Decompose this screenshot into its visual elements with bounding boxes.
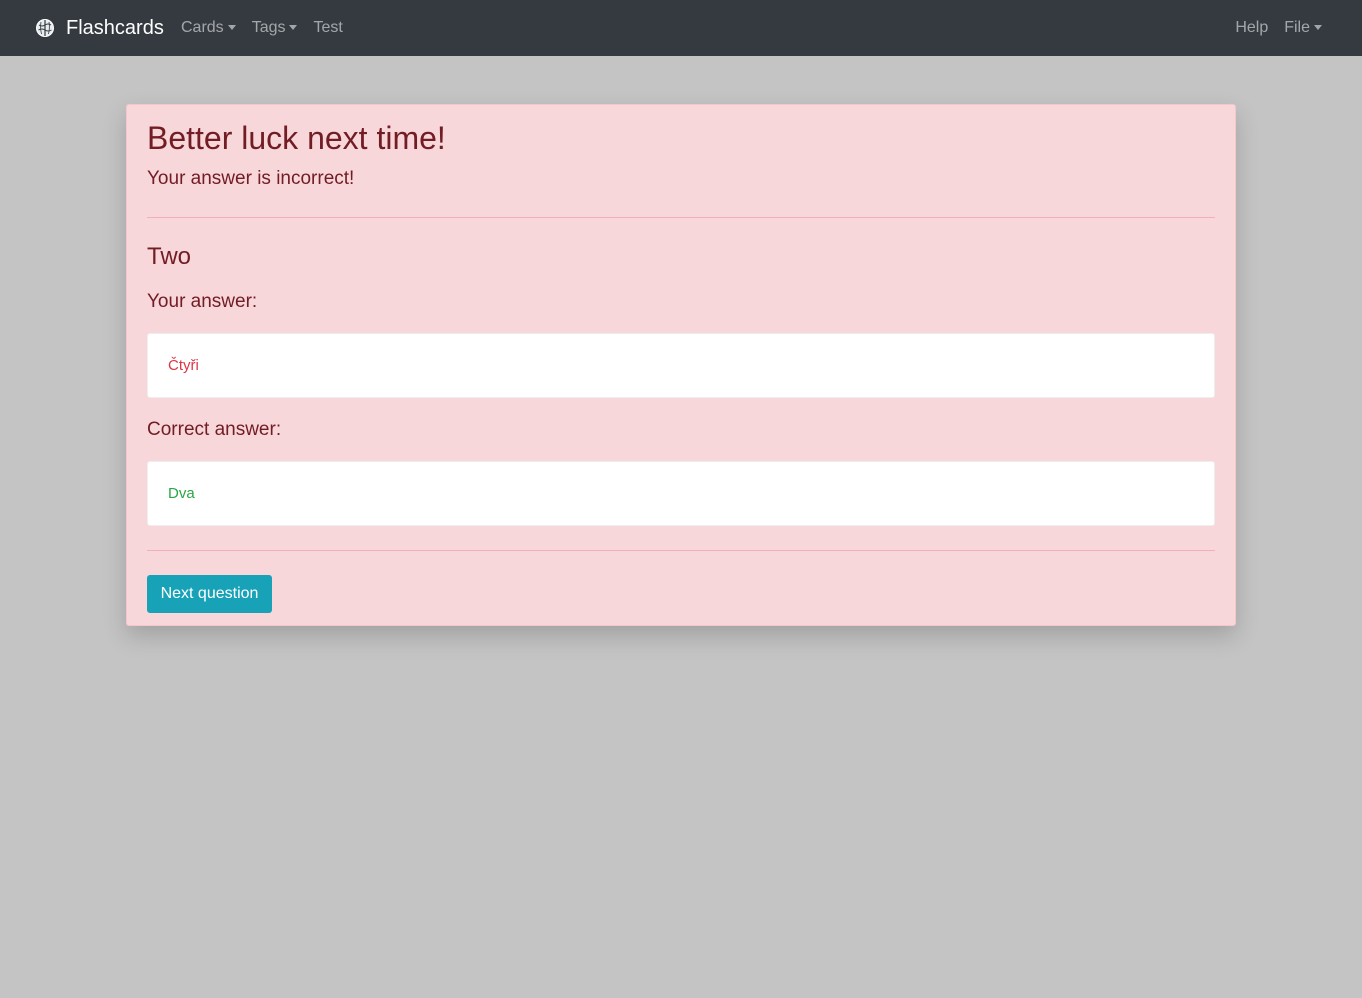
your-answer-value: Čtyři [168, 357, 199, 374]
your-answer-box: Čtyři [147, 333, 1215, 398]
nav-test-label: Test [313, 19, 343, 36]
nav-tags-label: Tags [251, 19, 286, 36]
caret-down-icon [289, 24, 298, 30]
nav-right: Help File [1219, 0, 1322, 56]
correct-answer-box: Dva [147, 461, 1215, 526]
navbar: Flashcards Cards Tags Test Help File [0, 0, 1362, 56]
nav-test-link[interactable]: Test [313, 19, 342, 37]
question-text: Two [147, 243, 192, 270]
divider [147, 217, 1215, 218]
brain-icon [35, 18, 55, 38]
your-answer-label: Your answer: [147, 291, 258, 312]
result-heading: Better luck next time! [147, 120, 446, 156]
result-subtitle: Your answer is incorrect! [147, 168, 355, 189]
next-question-button[interactable]: Next question [147, 575, 272, 613]
caret-down-icon [1314, 24, 1322, 30]
nav-help-label: Help [1235, 19, 1269, 36]
caret-down-icon [227, 24, 236, 30]
result-alert-card: Better luck next time! Your answer is in… [126, 104, 1236, 626]
correct-answer-label: Correct answer: [147, 419, 282, 440]
brand-label: Flashcards [66, 16, 164, 39]
brand-link[interactable]: Flashcards [35, 0, 164, 56]
nav-file-dropdown[interactable]: File [1284, 19, 1322, 37]
nav-help-link[interactable]: Help [1235, 19, 1268, 37]
divider [147, 550, 1215, 551]
nav-cards-dropdown[interactable]: Cards [181, 19, 236, 37]
nav-cards-label: Cards [181, 19, 224, 36]
correct-answer-value: Dva [168, 485, 195, 502]
nav-file-label: File [1284, 19, 1310, 36]
nav-tags-dropdown[interactable]: Tags [252, 19, 298, 37]
nav-left: Cards Tags Test [181, 0, 359, 56]
